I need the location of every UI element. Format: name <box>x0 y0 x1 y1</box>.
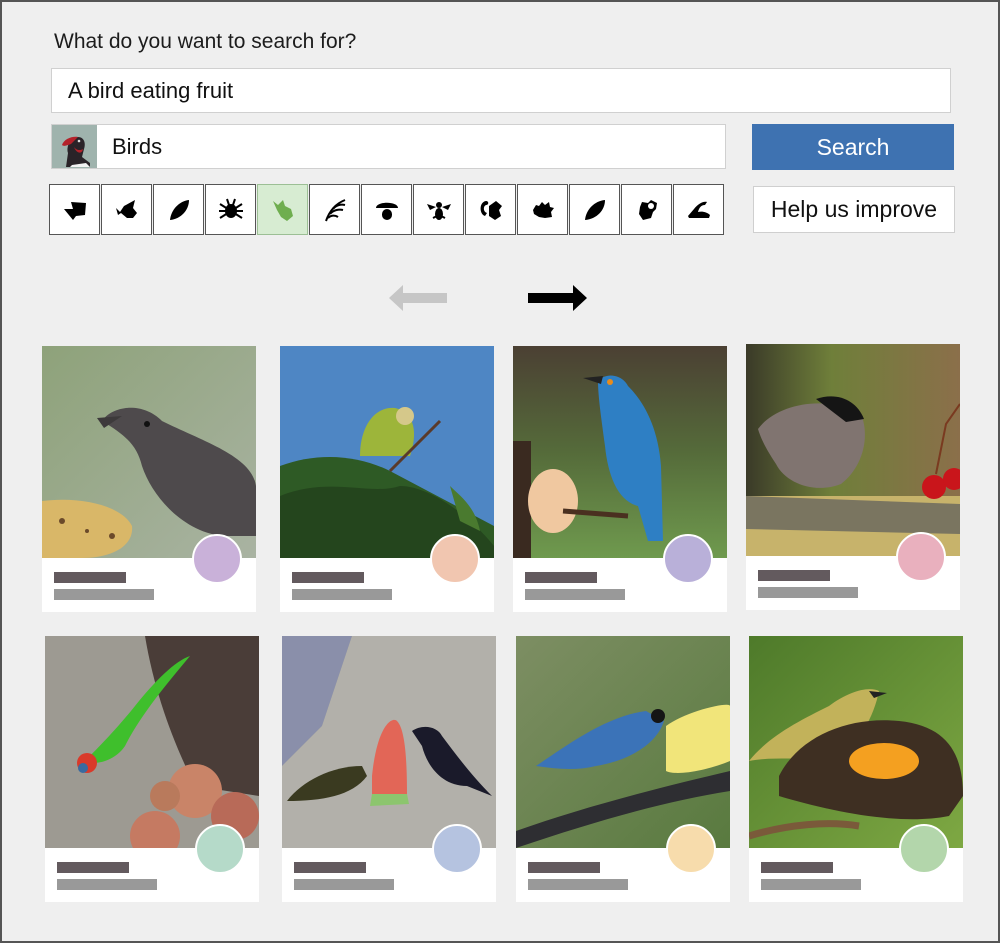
bug-icon <box>218 198 243 219</box>
filter-fern[interactable] <box>309 184 360 235</box>
fern-icon <box>324 198 345 221</box>
filter-squirrel[interactable] <box>465 184 516 235</box>
next-page-button[interactable] <box>527 282 589 319</box>
flower-icon <box>638 199 657 220</box>
leaf-icon <box>169 199 189 220</box>
result-color-dot <box>192 534 242 584</box>
bat-icon <box>115 199 137 218</box>
filter-snail[interactable] <box>673 184 724 235</box>
arrow-right-icon <box>528 285 587 311</box>
result-title-placeholder <box>525 572 597 583</box>
search-button[interactable]: Search <box>752 124 954 170</box>
filter-flower[interactable] <box>621 184 672 235</box>
search-prompt: What do you want to search for? <box>54 30 357 53</box>
result-card[interactable] <box>749 636 963 902</box>
filter-fish[interactable] <box>49 184 100 235</box>
result-photo <box>749 636 963 848</box>
result-color-dot <box>663 534 713 584</box>
bird-icon <box>272 199 293 221</box>
result-photo <box>513 346 727 558</box>
fish-icon <box>63 201 86 220</box>
filter-insect[interactable] <box>205 184 256 235</box>
result-subtitle-placeholder <box>294 879 394 890</box>
filter-leaf[interactable] <box>153 184 204 235</box>
result-color-dot <box>666 824 716 874</box>
search-query-input[interactable]: A bird eating fruit <box>51 68 951 113</box>
result-card[interactable] <box>45 636 259 902</box>
snail-icon <box>687 201 710 218</box>
filter-bat[interactable] <box>101 184 152 235</box>
filter-bee[interactable] <box>413 184 464 235</box>
result-card[interactable] <box>516 636 730 902</box>
filter-bird[interactable] <box>257 184 308 235</box>
category-filter-bar <box>49 184 724 235</box>
result-card[interactable] <box>746 344 960 610</box>
result-title-placeholder <box>761 862 833 873</box>
result-card[interactable] <box>282 636 496 902</box>
result-title-placeholder <box>294 862 366 873</box>
result-subtitle-placeholder <box>528 879 628 890</box>
result-subtitle-placeholder <box>525 589 625 600</box>
arrow-left-icon <box>389 285 447 311</box>
hedgehog-icon <box>532 201 554 218</box>
result-photo <box>45 636 259 848</box>
category-label: Birds <box>112 133 163 159</box>
category-selector[interactable]: Birds <box>51 124 726 169</box>
result-color-dot <box>899 824 949 874</box>
result-photo <box>282 636 496 848</box>
result-subtitle-placeholder <box>54 589 154 600</box>
result-photo <box>746 344 960 556</box>
result-subtitle-placeholder <box>758 587 858 598</box>
result-card[interactable] <box>513 346 727 612</box>
result-title-placeholder <box>528 862 600 873</box>
help-us-improve-button[interactable]: Help us improve <box>753 186 955 233</box>
result-photo <box>42 346 256 558</box>
result-title-placeholder <box>54 572 126 583</box>
result-color-dot <box>432 824 482 874</box>
result-title-placeholder <box>57 862 129 873</box>
filter-mushroom[interactable] <box>361 184 412 235</box>
result-photo <box>516 636 730 848</box>
bird-thumbnail-icon <box>52 125 97 168</box>
plant-leaf-icon <box>584 199 605 220</box>
filter-plant[interactable] <box>569 184 620 235</box>
result-card[interactable] <box>280 346 494 612</box>
mushroom-icon <box>375 202 398 220</box>
result-photo <box>280 346 494 558</box>
squirrel-icon <box>480 200 502 220</box>
result-title-placeholder <box>292 572 364 583</box>
filter-hedgehog[interactable] <box>517 184 568 235</box>
previous-page-button[interactable] <box>387 282 449 319</box>
result-color-dot <box>896 532 946 582</box>
result-title-placeholder <box>758 570 830 581</box>
result-color-dot <box>195 824 245 874</box>
result-subtitle-placeholder <box>57 879 157 890</box>
result-color-dot <box>430 534 480 584</box>
bee-icon <box>426 201 451 220</box>
result-subtitle-placeholder <box>292 589 392 600</box>
result-card[interactable] <box>42 346 256 612</box>
result-subtitle-placeholder <box>761 879 861 890</box>
